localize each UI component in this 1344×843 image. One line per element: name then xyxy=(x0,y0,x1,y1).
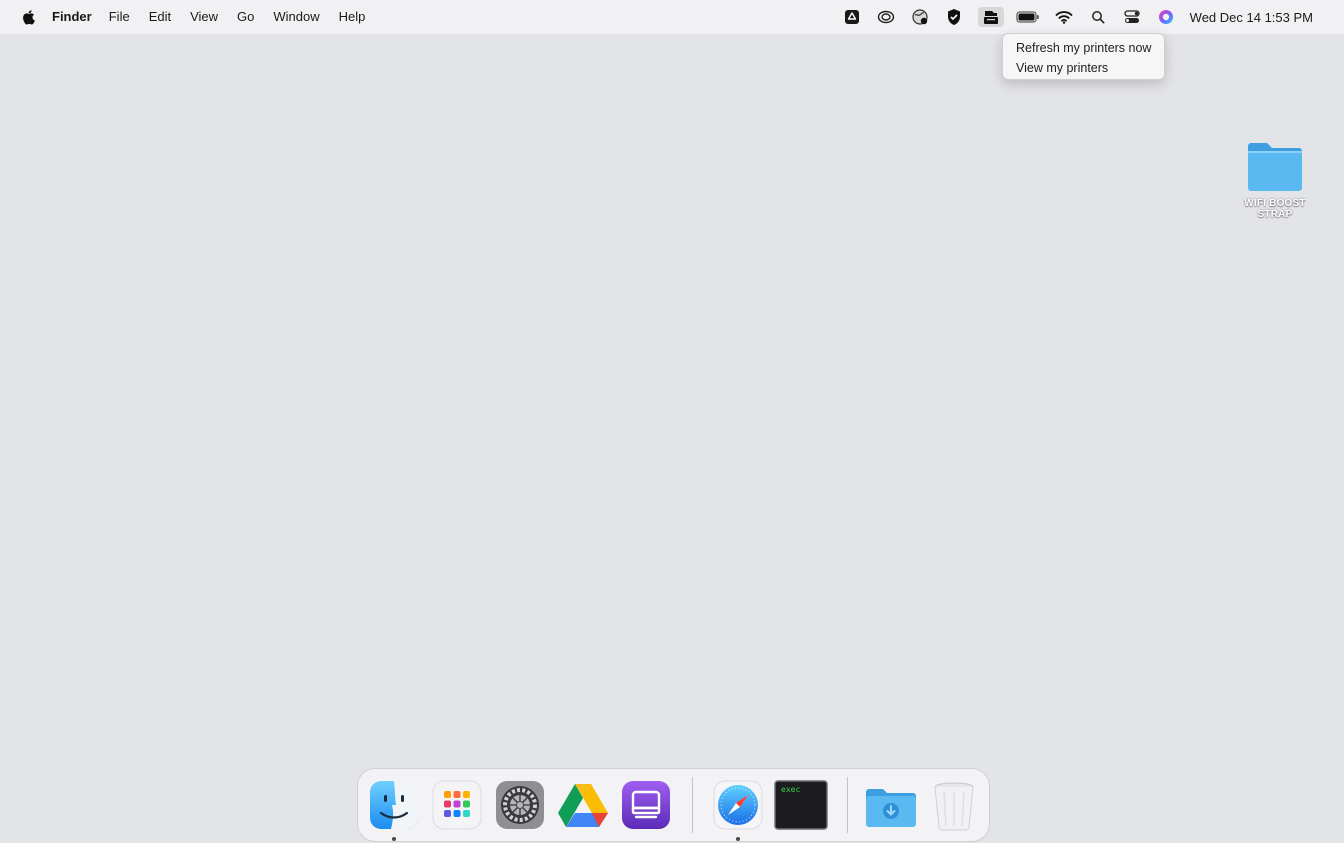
trash-icon xyxy=(934,782,974,831)
printer-app-icon xyxy=(622,781,670,829)
menu-help[interactable]: Help xyxy=(339,0,366,34)
google-drive-status-icon[interactable] xyxy=(842,7,862,27)
dock-downloads[interactable] xyxy=(864,778,918,832)
terminal-icon: exec xyxy=(774,780,828,830)
dock: exec xyxy=(357,768,990,842)
dock-separator xyxy=(847,777,848,833)
dock-launchpad[interactable] xyxy=(430,778,484,832)
view-printers-menu-item[interactable]: View my printers xyxy=(1003,58,1164,78)
downloads-folder-icon xyxy=(866,789,916,827)
menu-edit[interactable]: Edit xyxy=(149,0,171,34)
terminal-exec-text: exec xyxy=(781,785,800,794)
refresh-printers-menu-item[interactable]: Refresh my printers now xyxy=(1003,38,1164,58)
shield-icon[interactable] xyxy=(944,7,964,27)
menu-window[interactable]: Window xyxy=(273,0,319,34)
creative-cloud-icon[interactable] xyxy=(876,7,896,27)
wifi-icon[interactable] xyxy=(1054,7,1074,27)
safari-running-indicator xyxy=(736,837,740,841)
printer-tray-icon[interactable] xyxy=(977,7,1004,27)
menu-bar-clock[interactable]: Wed Dec 14 1:53 PM xyxy=(1190,10,1313,25)
google-drive-icon xyxy=(558,784,608,827)
control-center-icon[interactable] xyxy=(1122,7,1142,27)
desktop-folder-label-line1: WIFI BOOST xyxy=(1244,198,1306,209)
menu-app-finder[interactable]: Finder xyxy=(52,0,92,34)
menu-go[interactable]: Go xyxy=(237,0,254,34)
spotlight-search-icon[interactable] xyxy=(1088,7,1108,27)
battery-icon[interactable] xyxy=(1016,7,1040,27)
finder-icon xyxy=(370,781,418,829)
finder-running-indicator xyxy=(392,837,396,841)
dock-trash[interactable] xyxy=(927,778,981,832)
menu-view[interactable]: View xyxy=(190,0,218,34)
menu-bar: Finder File Edit View Go Window Help Wed… xyxy=(0,0,1344,34)
dock-printer-app[interactable] xyxy=(619,778,673,832)
vpn-globe-icon[interactable] xyxy=(910,7,930,27)
dock-google-drive[interactable] xyxy=(556,778,610,832)
system-preferences-icon xyxy=(496,781,544,829)
menu-file[interactable]: File xyxy=(109,0,130,34)
launchpad-icon xyxy=(432,780,482,830)
dock-finder[interactable] xyxy=(367,778,421,841)
dock-terminal[interactable]: exec xyxy=(774,778,828,832)
dock-system-preferences[interactable] xyxy=(493,778,547,832)
dock-separator xyxy=(692,777,693,833)
folder-icon xyxy=(1248,143,1302,191)
desktop-folder-label-line2: STRAP xyxy=(1257,209,1293,220)
safari-icon xyxy=(713,780,763,830)
desktop-folder-wifi-boost-strap[interactable]: WIFI BOOST STRAP xyxy=(1236,140,1314,220)
siri-icon[interactable] xyxy=(1156,7,1176,27)
dock-safari[interactable] xyxy=(711,778,765,841)
printer-menu-dropdown: Refresh my printers now View my printers xyxy=(1002,33,1165,80)
apple-menu-icon[interactable] xyxy=(22,9,36,25)
